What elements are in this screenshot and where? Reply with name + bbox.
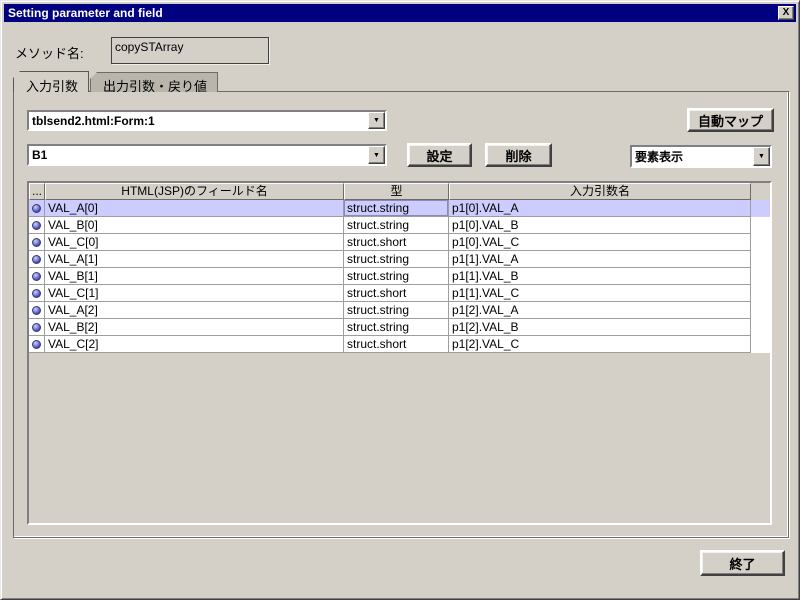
type-cell[interactable]: struct.short <box>344 234 449 251</box>
dialog-setting-parameter-and-field: Setting parameter and field X メソッド名: cop… <box>0 0 800 600</box>
type-cell[interactable]: struct.string <box>344 268 449 285</box>
table-row[interactable]: VAL_C[1]struct.shortp1[1].VAL_C <box>29 285 770 302</box>
row-marker-cell <box>29 251 45 268</box>
type-cell[interactable]: struct.short <box>344 336 449 353</box>
sphere-icon <box>32 221 41 230</box>
auto-map-button[interactable]: 自動マップ <box>687 108 774 132</box>
row-marker-cell <box>29 268 45 285</box>
table-row[interactable]: VAL_C[2]struct.shortp1[2].VAL_C <box>29 336 770 353</box>
table-row[interactable]: VAL_A[2]struct.stringp1[2].VAL_A <box>29 302 770 319</box>
row-marker-cell <box>29 234 45 251</box>
display-mode-combo-value: 要素表示 <box>632 148 753 165</box>
input-argument-cell[interactable]: p1[2].VAL_A <box>449 302 751 319</box>
input-argument-cell[interactable]: p1[1].VAL_B <box>449 268 751 285</box>
field-name-cell[interactable]: VAL_A[2] <box>45 302 344 319</box>
table-row[interactable]: VAL_A[1]struct.stringp1[1].VAL_A <box>29 251 770 268</box>
exit-button[interactable]: 終了 <box>700 550 785 576</box>
sphere-icon <box>32 289 41 298</box>
tab-output-arguments[interactable]: 出力引数・戻り値 <box>90 72 218 92</box>
type-cell[interactable]: struct.string <box>344 319 449 336</box>
dropdown-arrow-icon[interactable]: ▼ <box>753 147 770 166</box>
tab-input-arguments[interactable]: 入力引数 <box>13 71 89 92</box>
table-row[interactable]: VAL_B[2]struct.stringp1[2].VAL_B <box>29 319 770 336</box>
column-header-0[interactable]: ... <box>29 183 45 200</box>
dropdown-arrow-icon[interactable]: ▼ <box>368 146 385 164</box>
table-row[interactable]: VAL_C[0]struct.shortp1[0].VAL_C <box>29 234 770 251</box>
type-cell[interactable]: struct.string <box>344 302 449 319</box>
field-combo[interactable]: B1 ▼ <box>27 144 387 166</box>
field-name-cell[interactable]: VAL_B[1] <box>45 268 344 285</box>
field-name-cell[interactable]: VAL_C[2] <box>45 336 344 353</box>
type-cell[interactable]: struct.string <box>344 217 449 234</box>
sphere-icon <box>32 340 41 349</box>
table-row[interactable]: VAL_B[0]struct.stringp1[0].VAL_B <box>29 217 770 234</box>
type-cell[interactable]: struct.short <box>344 285 449 302</box>
method-name-label: メソッド名: <box>15 43 84 62</box>
sphere-icon <box>32 204 41 213</box>
sphere-icon <box>32 255 41 264</box>
table-row[interactable]: VAL_A[0]struct.stringp1[0].VAL_A <box>29 200 770 217</box>
input-argument-cell[interactable]: p1[1].VAL_C <box>449 285 751 302</box>
delete-button[interactable]: 削除 <box>485 143 552 167</box>
dropdown-arrow-icon[interactable]: ▼ <box>368 112 385 129</box>
row-marker-cell <box>29 302 45 319</box>
form-combo-value: tblsend2.html:Form:1 <box>29 114 368 128</box>
sphere-icon <box>32 272 41 281</box>
input-argument-cell[interactable]: p1[0].VAL_B <box>449 217 751 234</box>
table-body: VAL_A[0]struct.stringp1[0].VAL_AVAL_B[0]… <box>29 200 770 353</box>
sphere-icon <box>32 323 41 332</box>
tab-bar: 入力引数出力引数・戻り値 <box>13 71 219 92</box>
set-button[interactable]: 設定 <box>407 143 472 167</box>
row-marker-cell <box>29 200 45 217</box>
field-name-cell[interactable]: VAL_B[2] <box>45 319 344 336</box>
column-header-3[interactable]: 入力引数名 <box>449 183 751 200</box>
row-marker-cell <box>29 285 45 302</box>
close-icon: X <box>783 7 790 18</box>
field-name-cell[interactable]: VAL_C[1] <box>45 285 344 302</box>
input-argument-cell[interactable]: p1[2].VAL_C <box>449 336 751 353</box>
table-header-row: ...HTML(JSP)のフィールド名型入力引数名 <box>29 183 770 200</box>
field-combo-value: B1 <box>29 148 368 162</box>
display-mode-combo[interactable]: 要素表示 ▼ <box>630 145 772 168</box>
parameter-mapping-table: ...HTML(JSP)のフィールド名型入力引数名 VAL_A[0]struct… <box>27 181 772 525</box>
field-name-cell[interactable]: VAL_B[0] <box>45 217 344 234</box>
field-name-cell[interactable]: VAL_C[0] <box>45 234 344 251</box>
field-name-cell[interactable]: VAL_A[1] <box>45 251 344 268</box>
type-cell[interactable]: struct.string <box>344 251 449 268</box>
field-name-cell[interactable]: VAL_A[0] <box>45 200 344 217</box>
input-arguments-tab-panel: tblsend2.html:Form:1 ▼ 自動マップ B1 ▼ 設定 削除 … <box>13 91 789 538</box>
column-header-2[interactable]: 型 <box>344 183 449 200</box>
row-marker-cell <box>29 319 45 336</box>
form-combo[interactable]: tblsend2.html:Form:1 ▼ <box>27 110 387 131</box>
window-title: Setting parameter and field <box>8 6 163 20</box>
input-argument-cell[interactable]: p1[1].VAL_A <box>449 251 751 268</box>
input-argument-cell[interactable]: p1[0].VAL_A <box>449 200 751 217</box>
column-header-1[interactable]: HTML(JSP)のフィールド名 <box>45 183 344 200</box>
row-marker-cell <box>29 336 45 353</box>
row-marker-cell <box>29 217 45 234</box>
method-name-field[interactable]: copySTArray <box>111 37 269 64</box>
type-cell[interactable]: struct.string <box>344 200 449 217</box>
sphere-icon <box>32 306 41 315</box>
close-button[interactable]: X <box>778 6 794 20</box>
input-argument-cell[interactable]: p1[2].VAL_B <box>449 319 751 336</box>
title-bar: Setting parameter and field X <box>4 4 796 22</box>
input-argument-cell[interactable]: p1[0].VAL_C <box>449 234 751 251</box>
table-row[interactable]: VAL_B[1]struct.stringp1[1].VAL_B <box>29 268 770 285</box>
sphere-icon <box>32 238 41 247</box>
